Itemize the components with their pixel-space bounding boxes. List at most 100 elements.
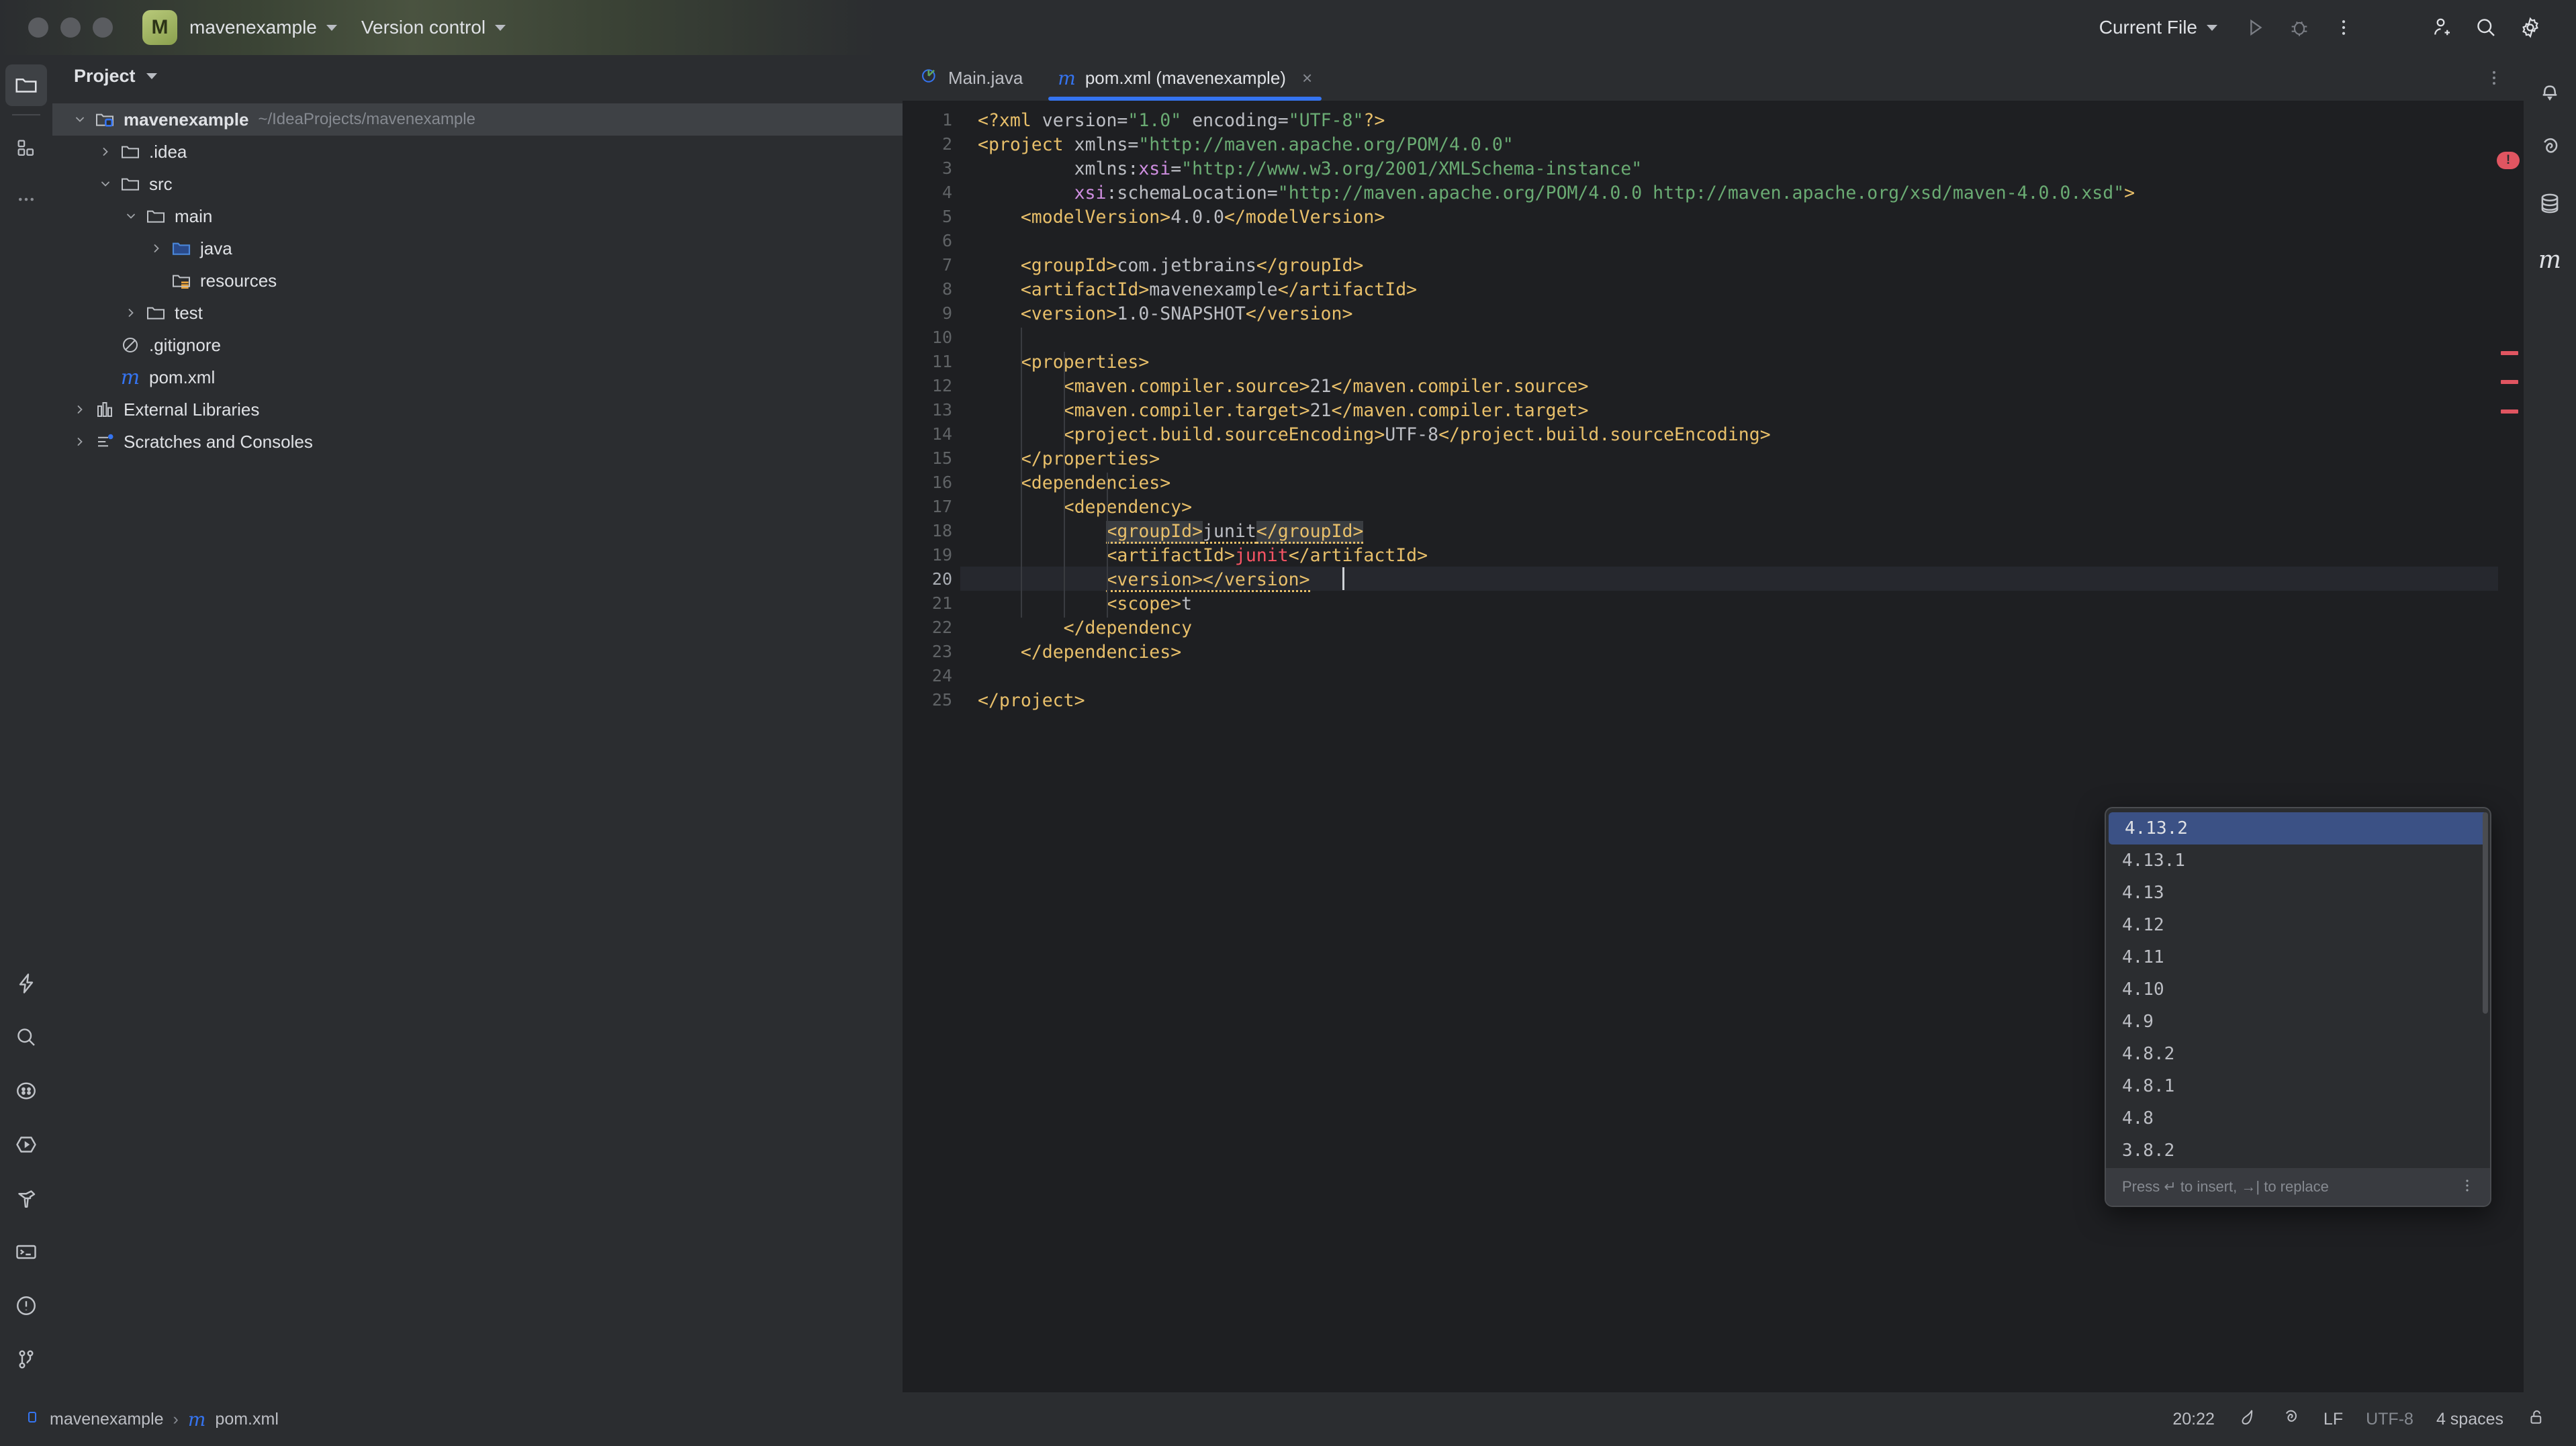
error-badge-icon[interactable]: ! [2497, 152, 2520, 169]
editor-gutter[interactable]: 1234567891011121314151617181920212223242… [903, 101, 960, 1392]
chevron-right-icon[interactable] [68, 435, 91, 448]
project-file-tree[interactable]: mavenexample~/IdeaProjects/mavenexample.… [52, 97, 903, 458]
indent-setting[interactable]: 4 spaces [2436, 1410, 2503, 1429]
more-vertical-icon[interactable] [2325, 9, 2362, 46]
project-tool-window-icon[interactable] [5, 64, 47, 106]
ai-assistant-icon[interactable] [5, 963, 47, 1004]
problems-tool-window-icon[interactable] [5, 1285, 47, 1327]
terminal-tool-window-icon[interactable] [5, 1231, 47, 1273]
code-line[interactable]: <groupId>junit</groupId> [978, 521, 1363, 542]
version-control-dropdown[interactable]: Version control [349, 9, 518, 46]
autocomplete-item[interactable]: 4.8 [2106, 1102, 2490, 1135]
code-line[interactable]: <maven.compiler.source>21</maven.compile… [978, 376, 1588, 397]
autocomplete-item[interactable]: 4.12 [2106, 909, 2490, 941]
run-configuration-selector[interactable]: Current File [2087, 9, 2229, 46]
tree-node-test[interactable]: test [52, 297, 903, 329]
run-tool-window-icon[interactable] [5, 1124, 47, 1165]
code-line[interactable]: <version>1.0-SNAPSHOT</version> [978, 303, 1352, 324]
code-line[interactable]: </dependency [978, 618, 1192, 638]
autocomplete-list[interactable]: 4.13.24.13.14.134.124.114.104.94.8.24.8.… [2106, 812, 2490, 1168]
gear-icon[interactable] [2512, 9, 2549, 46]
autocomplete-item[interactable]: 4.8.1 [2106, 1070, 2490, 1102]
breadcrumb-item-module[interactable]: mavenexample [50, 1410, 164, 1429]
chevron-down-icon[interactable] [120, 209, 142, 223]
search-everywhere-icon[interactable] [5, 1016, 47, 1058]
code-line[interactable]: </dependencies> [978, 642, 1181, 663]
read-only-toggle-icon[interactable] [2526, 1407, 2546, 1432]
database-tool-window-icon[interactable] [2529, 183, 2571, 224]
caret-position[interactable]: 20:22 [2172, 1410, 2215, 1429]
code-line[interactable]: <artifactId>mavenexample</artifactId> [978, 279, 1417, 300]
code-line[interactable]: xmlns:xsi="http://www.w3.org/2001/XMLSch… [978, 158, 1642, 179]
code-line[interactable]: <dependency> [978, 497, 1192, 518]
error-stripe[interactable]: ! [2498, 146, 2524, 1438]
chevron-down-icon[interactable] [94, 177, 117, 191]
code-line[interactable]: <project xmlns="http://maven.apache.org/… [978, 134, 1514, 155]
minimize-window-button[interactable] [60, 17, 81, 38]
file-encoding[interactable]: UTF-8 [2366, 1410, 2413, 1429]
error-stripe-mark[interactable] [2501, 351, 2518, 355]
ai-chat-icon[interactable] [2529, 126, 2571, 168]
debug-icon[interactable] [2281, 9, 2318, 46]
chevron-right-icon[interactable] [145, 242, 168, 255]
autocomplete-popup[interactable]: 4.13.24.13.14.134.124.114.104.94.8.24.8.… [2105, 807, 2491, 1207]
code-line[interactable]: <artifactId>junit</artifactId> [978, 545, 1428, 566]
autocomplete-item[interactable]: 4.11 [2106, 941, 2490, 973]
search-icon[interactable] [2467, 9, 2505, 46]
code-line[interactable]: <groupId>com.jetbrains</groupId> [978, 255, 1363, 276]
line-separator[interactable]: LF [2324, 1410, 2343, 1429]
plugins-icon[interactable] [5, 1070, 47, 1112]
tree-node-pomxml[interactable]: mpom.xml [52, 361, 903, 393]
error-stripe-mark[interactable] [2501, 380, 2518, 384]
tree-node-gitignore[interactable]: .gitignore [52, 329, 903, 361]
tree-node-resources[interactable]: resources [52, 264, 903, 297]
code-line[interactable]: <project.build.sourceEncoding>UTF-8</pro… [978, 424, 1771, 445]
code-line[interactable]: <version></version> [978, 569, 1310, 590]
breadcrumb-item-file[interactable]: pom.xml [215, 1410, 278, 1429]
maximize-window-button[interactable] [93, 17, 113, 38]
run-icon[interactable] [2236, 9, 2274, 46]
code-line[interactable]: <?xml version="1.0" encoding="UTF-8"?> [978, 110, 1385, 131]
autocomplete-item[interactable]: 4.13.2 [2109, 812, 2487, 845]
maven-tool-window-icon[interactable]: m [2529, 239, 2571, 281]
autocomplete-item[interactable]: 3.8.2 [2106, 1135, 2490, 1167]
editor-tab-main-java[interactable]: Main.java [903, 55, 1040, 101]
build-tool-window-icon[interactable] [5, 1177, 47, 1219]
commit-tool-window-icon[interactable] [5, 128, 47, 169]
ai-assistant-status-icon[interactable] [2281, 1407, 2301, 1432]
project-panel-header[interactable]: Project [52, 55, 903, 97]
autocomplete-item[interactable]: 4.9 [2106, 1006, 2490, 1038]
code-line[interactable]: <scope>t [978, 593, 1192, 614]
more-vertical-icon[interactable] [2459, 1177, 2475, 1198]
more-vertical-icon[interactable] [2485, 68, 2503, 91]
tree-node-scratchesandconsoles[interactable]: Scratches and Consoles [52, 426, 903, 458]
tree-node-main[interactable]: main [52, 200, 903, 232]
autocomplete-item[interactable]: 4.10 [2106, 973, 2490, 1006]
version-control-tool-window-icon[interactable] [5, 1339, 47, 1380]
chevron-down-icon[interactable] [68, 113, 91, 126]
autocomplete-item[interactable]: 4.13.1 [2106, 845, 2490, 877]
autocomplete-item[interactable]: 4.8.2 [2106, 1038, 2490, 1070]
tree-node-src[interactable]: src [52, 168, 903, 200]
code-editor[interactable]: 1234567891011121314151617181920212223242… [903, 101, 2524, 1392]
inspections-icon[interactable] [2238, 1407, 2258, 1432]
close-window-button[interactable] [28, 17, 48, 38]
code-line[interactable]: <maven.compiler.target>21</maven.compile… [978, 400, 1588, 421]
add-user-icon[interactable] [2423, 9, 2460, 46]
close-icon[interactable]: × [1302, 68, 1312, 89]
tree-node-externallibraries[interactable]: External Libraries [52, 393, 903, 426]
notifications-icon[interactable] [2529, 70, 2571, 111]
error-stripe-mark[interactable] [2501, 409, 2518, 414]
code-line[interactable]: </properties> [978, 448, 1160, 469]
tree-node-mavenexample[interactable]: mavenexample~/IdeaProjects/mavenexample [52, 103, 903, 136]
chevron-right-icon[interactable] [68, 403, 91, 416]
more-tool-windows-icon[interactable] [5, 179, 47, 220]
autocomplete-item[interactable]: 4.13 [2106, 877, 2490, 909]
breadcrumb[interactable]: mavenexample › m pom.xml [24, 1408, 279, 1431]
code-line[interactable]: xsi:schemaLocation="http://maven.apache.… [978, 183, 2135, 203]
tree-node-idea[interactable]: .idea [52, 136, 903, 168]
chevron-right-icon[interactable] [120, 306, 142, 320]
project-name-dropdown[interactable]: mavenexample [177, 9, 349, 46]
tree-node-java[interactable]: java [52, 232, 903, 264]
code-line[interactable]: </project> [978, 690, 1085, 711]
